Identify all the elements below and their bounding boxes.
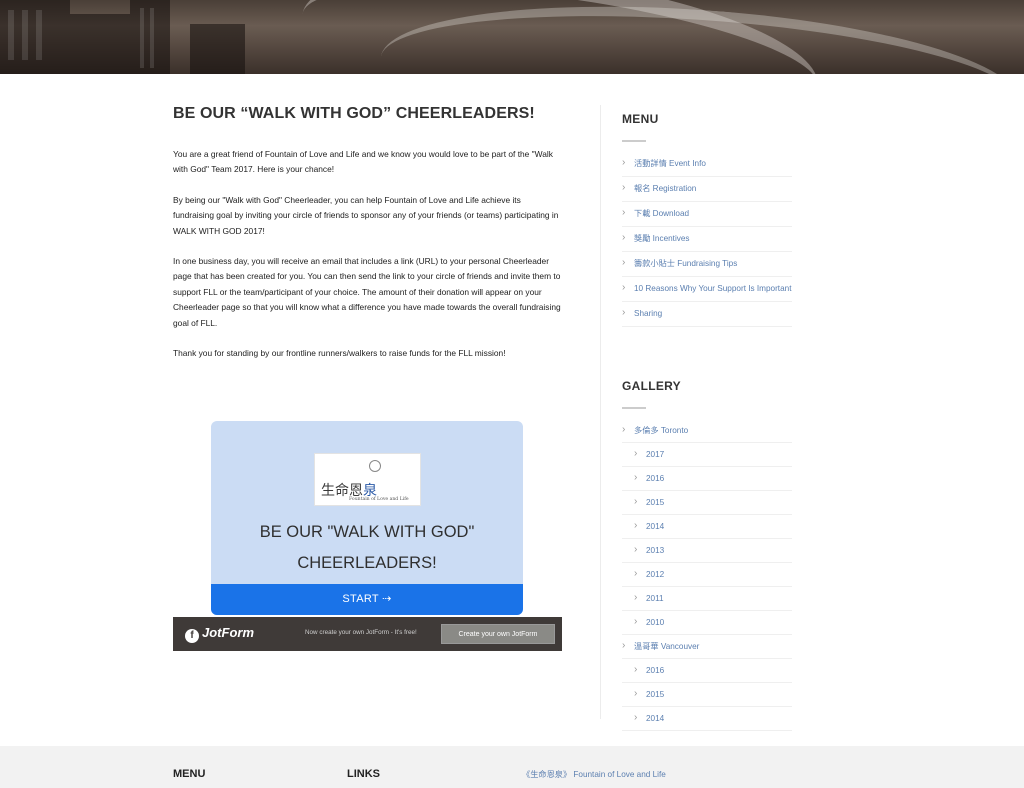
start-button[interactable]: START ⇢ [211, 584, 523, 615]
form-title: BE OUR "WALK WITH GOD" CHEERLEADERS! [211, 517, 523, 579]
intro-paragraph: You are a great friend of Fountain of Lo… [173, 149, 553, 175]
create-jotform-button[interactable]: Create your own JotForm [441, 624, 555, 644]
menu-item-fundraising-tips[interactable]: 籌款小貼士 Fundraising Tips [622, 252, 792, 277]
jotform-brand-text: JotForm [202, 625, 254, 640]
footer-menu-heading: MENU [173, 768, 206, 780]
logo-emblem-icon [369, 460, 381, 472]
footer-fll-link[interactable]: 《生命恩泉》 Fountain of Love and Life [522, 768, 672, 781]
fll-logo: 生命恩泉 Fountain of Love and Life [314, 453, 421, 506]
gallery-toronto-year[interactable]: 2015 [622, 491, 792, 515]
jotform-bar: f JotForm Now create your own JotForm - I… [173, 617, 562, 651]
gallery-toronto-year[interactable]: 2011 [622, 587, 792, 611]
footer: MENU LINKS 《生命恩泉》 Fountain of Love and L… [0, 746, 1024, 788]
form-title-line2: CHEERLEADERS! [297, 554, 437, 572]
process-paragraph: In one business day, you will receive an… [173, 256, 561, 328]
footer-links-heading: LINKS [347, 768, 380, 780]
menu-item-registration[interactable]: 報名 Registration [622, 177, 792, 202]
menu-heading-rule [622, 140, 646, 142]
gallery-vancouver[interactable]: 溫哥華 Vancouver [622, 635, 792, 659]
sidebar: MENU 活動詳情 Event Info 報名 Registration 下載 … [622, 112, 792, 731]
header-banner-image [0, 0, 1024, 74]
gallery-toronto-year[interactable]: 2010 [622, 611, 792, 635]
gallery-toronto-year[interactable]: 2014 [622, 515, 792, 539]
gallery-heading-rule [622, 407, 646, 409]
menu-item-event-info[interactable]: 活動詳情 Event Info [622, 152, 792, 177]
gallery-vancouver-year[interactable]: 2016 [622, 659, 792, 683]
menu-item-download[interactable]: 下載 Download [622, 202, 792, 227]
gallery-toronto-year[interactable]: 2016 [622, 467, 792, 491]
cheerleader-paragraph: By being our "Walk with God" Cheerleader… [173, 194, 559, 236]
gallery-toronto-year[interactable]: 2017 [622, 443, 792, 467]
gallery-toronto-year[interactable]: 2013 [622, 539, 792, 563]
jotform-brand[interactable]: f JotForm [185, 625, 254, 643]
gallery-heading: GALLERY [622, 379, 681, 393]
thanks-paragraph: Thank you for standing by our frontline … [173, 348, 506, 359]
form-title-line1: BE OUR "WALK WITH GOD" [259, 523, 475, 541]
menu-item-10-reasons[interactable]: 10 Reasons Why Your Support Is Important [622, 277, 792, 302]
jotform-note: Now create your own JotForm - It's free! [305, 629, 417, 636]
jotform-logo-icon: f [185, 629, 199, 643]
menu-item-sharing[interactable]: Sharing [622, 302, 792, 327]
menu-heading: MENU [622, 112, 659, 126]
main-content: BE OUR “WALK WITH GOD” CHEERLEADERS! You… [173, 105, 563, 376]
gallery-vancouver-year[interactable]: 2014 [622, 707, 792, 731]
menu-item-incentives[interactable]: 獎勵 Incentives [622, 227, 792, 252]
sidebar-divider [600, 105, 601, 719]
gallery-vancouver-year[interactable]: 2015 [622, 683, 792, 707]
page-title: BE OUR “WALK WITH GOD” CHEERLEADERS! [173, 105, 535, 122]
logo-english-text: Fountain of Love and Life [349, 497, 409, 502]
gallery-toronto[interactable]: 多倫多 Toronto [622, 419, 792, 443]
gallery-toronto-year[interactable]: 2012 [622, 563, 792, 587]
jotform-card: 生命恩泉 Fountain of Love and Life BE OUR "W… [211, 421, 523, 615]
